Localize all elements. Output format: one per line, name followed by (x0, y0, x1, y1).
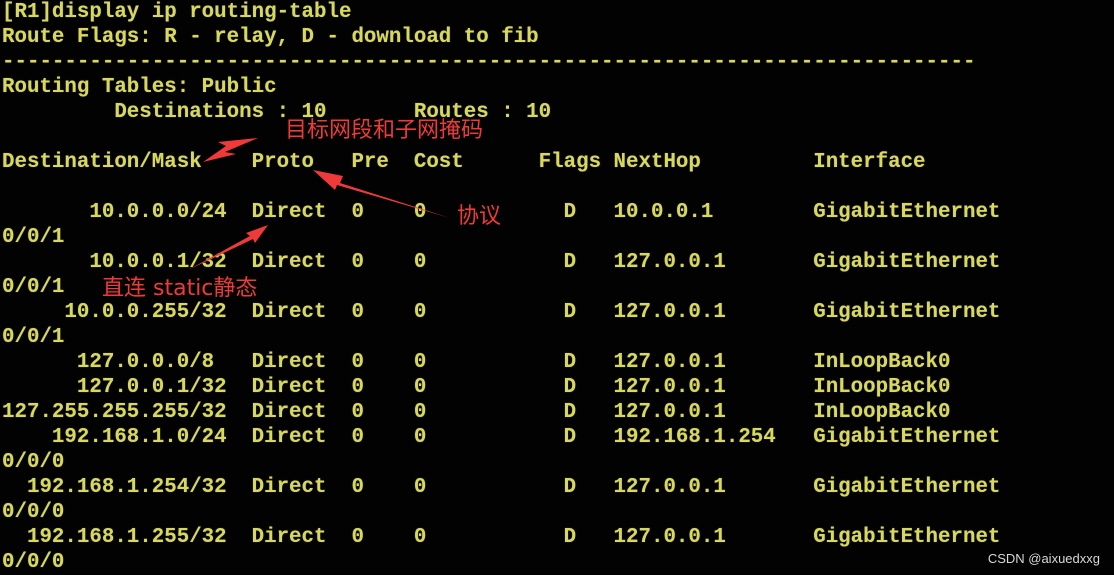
table-row: 192.168.1.0/24 Direct 0 0 D 192.168.1.25… (2, 426, 1001, 449)
annotation-dest-mask: 目标网段和子网掩码 (285, 118, 484, 143)
table-row: 10.0.0.255/32 Direct 0 0 D 127.0.0.1 Gig… (2, 301, 1001, 324)
table-row: 10.0.0.0/24 Direct 0 0 D 10.0.0.1 Gigabi… (2, 201, 1001, 224)
table-row-wrap: 0/0/1 (2, 326, 65, 349)
annotation-direct-static: 直连 static静态 (102, 276, 258, 301)
table-row-wrap: 0/0/0 (2, 451, 65, 474)
table-row-wrap: 0/0/0 (2, 551, 65, 574)
separator-line: ----------------------------------------… (2, 51, 976, 74)
table-row: 192.168.1.255/32 Direct 0 0 D 127.0.0.1 … (2, 526, 1001, 549)
table-row: 127.0.0.0/8 Direct 0 0 D 127.0.0.1 InLoo… (2, 351, 951, 374)
table-row-wrap: 0/0/0 (2, 501, 65, 524)
annotation-proto: 协议 (457, 204, 502, 229)
route-flags-line: Route Flags: R - relay, D - download to … (2, 26, 539, 49)
routing-tables-line: Routing Tables: Public (2, 76, 277, 99)
table-row: 192.168.1.254/32 Direct 0 0 D 127.0.0.1 … (2, 476, 1001, 499)
table-row-wrap: 0/0/1 (2, 226, 65, 249)
table-row-wrap: 0/0/1 (2, 276, 65, 299)
command-line: [R1]display ip routing-table (2, 1, 352, 24)
table-row: 127.0.0.1/32 Direct 0 0 D 127.0.0.1 InLo… (2, 376, 951, 399)
table-row: 127.255.255.255/32 Direct 0 0 D 127.0.0.… (2, 401, 951, 424)
watermark: CSDN @aixuedxxg (987, 551, 1100, 566)
table-header: Destination/Mask Proto Pre Cost Flags Ne… (2, 151, 926, 174)
table-row: 10.0.0.1/32 Direct 0 0 D 127.0.0.1 Gigab… (2, 251, 1001, 274)
